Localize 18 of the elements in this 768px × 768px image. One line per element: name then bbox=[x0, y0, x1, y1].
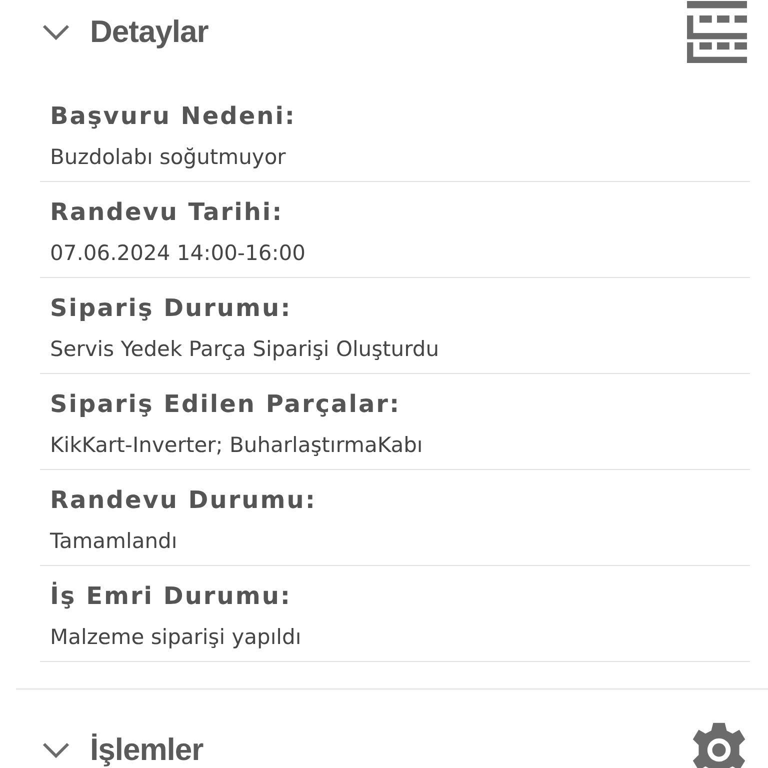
settings-icon[interactable] bbox=[690, 721, 748, 768]
table-icon[interactable] bbox=[686, 1, 748, 63]
field-value: Buzdolabı soğutmuyor bbox=[50, 144, 287, 171]
section-title[interactable]: İşlemler bbox=[90, 732, 204, 768]
field-label: Başvuru Nedeni: bbox=[50, 101, 298, 132]
field-label: Randevu Durumu: bbox=[50, 485, 318, 516]
field-label: Sipariş Edilen Parçalar: bbox=[50, 389, 402, 420]
field-value: KikKart-Inverter; BuharlaştırmaKabı bbox=[50, 432, 424, 459]
field-label: Sipariş Durumu: bbox=[50, 293, 293, 324]
field-value: Malzeme siparişi yapıldı bbox=[50, 624, 302, 651]
field-value: Servis Yedek Parça Siparişi Oluşturdu bbox=[50, 336, 440, 363]
field-value: Tamamlandı bbox=[50, 528, 178, 555]
field-label: İş Emri Durumu: bbox=[50, 580, 293, 612]
field-value: 07.06.2024 14:00-16:00 bbox=[50, 240, 307, 267]
chevron-down-icon[interactable] bbox=[42, 24, 70, 40]
section-title[interactable]: Detaylar bbox=[90, 14, 208, 50]
field-label: Randevu Tarihi: bbox=[50, 197, 284, 228]
chevron-down-icon[interactable] bbox=[42, 742, 70, 758]
